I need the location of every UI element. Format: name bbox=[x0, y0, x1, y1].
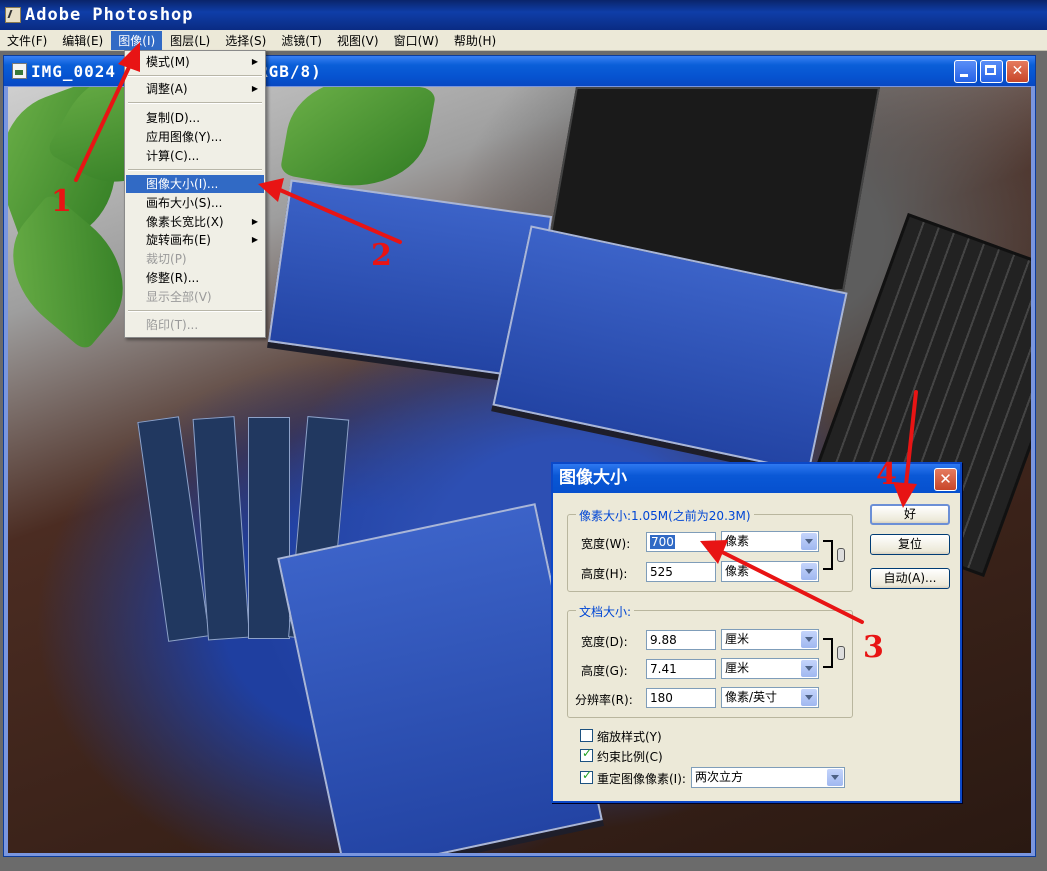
menu-view[interactable]: 视图(V) bbox=[330, 31, 386, 50]
doc-height-unit-select[interactable]: 厘米 bbox=[721, 658, 819, 679]
document-title: IMG_0024 bbox=[31, 61, 117, 81]
resolution-label: 分辨率(R): bbox=[575, 693, 633, 707]
auto-button[interactable]: 自动(A)... bbox=[870, 568, 950, 589]
menu-separator bbox=[128, 310, 262, 312]
menu-item-canvas-size[interactable]: 画布大小(S)... bbox=[126, 194, 264, 212]
image-menu-dropdown: 模式(M) ▶ 调整(A) ▶ 复制(D)... 应用图像(Y)... 计算(C).… bbox=[124, 50, 266, 338]
submenu-arrow-icon: ▶ bbox=[251, 235, 258, 244]
menu-item-crop: 裁切(P) bbox=[146, 252, 187, 266]
annotation-step-3: 3 bbox=[863, 630, 884, 665]
scale-styles-checkbox[interactable] bbox=[580, 729, 593, 742]
submenu-arrow-icon: ▶ bbox=[251, 84, 258, 93]
resample-label: 重定图像像素(I): bbox=[597, 772, 686, 786]
menu-image[interactable]: 图像(I) bbox=[111, 30, 163, 50]
menu-filter[interactable]: 滤镜(T) bbox=[274, 31, 329, 50]
menu-item-mode[interactable]: 模式(M) ▶ bbox=[126, 53, 264, 71]
annotation-step-2: 2 bbox=[371, 238, 392, 273]
annotation-step-1: 1 bbox=[51, 184, 72, 219]
menu-item-image-size[interactable]: 图像大小(I)... bbox=[126, 175, 264, 193]
chevron-down-icon bbox=[801, 563, 817, 580]
reset-button[interactable]: 复位 bbox=[870, 534, 950, 555]
doc-width-label: 宽度(D): bbox=[581, 635, 628, 649]
doc-width-unit-select[interactable]: 厘米 bbox=[721, 629, 819, 650]
document-title-mode: RGB/8) bbox=[258, 61, 322, 81]
submenu-arrow-icon: ▶ bbox=[251, 217, 258, 226]
resample-method-select[interactable]: 两次立方 bbox=[691, 767, 845, 788]
chevron-down-icon bbox=[827, 769, 843, 786]
close-button[interactable]: ✕ bbox=[1006, 60, 1029, 83]
pixel-height-label: 高度(H): bbox=[581, 567, 628, 581]
menu-item-calculations[interactable]: 计算(C)... bbox=[126, 147, 264, 165]
pixel-width-unit-select[interactable]: 像素 bbox=[721, 531, 819, 552]
doc-width-input[interactable]: 9.88 bbox=[646, 630, 716, 650]
resolution-unit-select[interactable]: 像素/英寸 bbox=[721, 687, 819, 708]
annotation-step-4: 4 bbox=[876, 457, 897, 492]
chevron-down-icon bbox=[801, 631, 817, 648]
chain-link-icon bbox=[837, 646, 845, 660]
constrain-proportions-checkbox[interactable] bbox=[580, 746, 593, 762]
menu-separator bbox=[128, 169, 262, 171]
constrain-proportions-label: 约束比例(C) bbox=[597, 750, 663, 764]
chevron-down-icon bbox=[801, 689, 817, 706]
pixel-link-bracket bbox=[823, 540, 833, 570]
menu-layer[interactable]: 图层(L) bbox=[163, 31, 217, 50]
doc-height-input[interactable]: 7.41 bbox=[646, 659, 716, 679]
resolution-input[interactable]: 180 bbox=[646, 688, 716, 708]
menu-item-pixel-aspect-ratio[interactable]: 像素长宽比(X) ▶ bbox=[126, 213, 264, 231]
pixel-width-label: 宽度(W): bbox=[581, 537, 631, 551]
close-icon: ✕ bbox=[1011, 63, 1024, 79]
document-size-label: 文档大小: bbox=[576, 603, 635, 620]
app-title: Adobe Photoshop bbox=[25, 5, 194, 25]
mousepad-card bbox=[248, 417, 290, 639]
ok-button[interactable]: 好 bbox=[870, 504, 950, 525]
maximize-icon bbox=[981, 61, 1002, 82]
scale-styles-label: 缩放样式(Y) bbox=[597, 730, 662, 744]
doc-link-bracket bbox=[823, 638, 833, 668]
chevron-down-icon bbox=[801, 533, 817, 550]
app-titlebar: Adobe Photoshop bbox=[0, 0, 1047, 30]
menu-item-duplicate[interactable]: 复制(D)... bbox=[126, 109, 264, 127]
menu-item-adjustments[interactable]: 调整(A) ▶ bbox=[126, 80, 264, 98]
minimize-icon bbox=[955, 61, 976, 82]
minimize-button[interactable] bbox=[954, 60, 977, 83]
pixel-height-unit-select[interactable]: 像素 bbox=[721, 561, 819, 582]
menu-select[interactable]: 选择(S) bbox=[218, 31, 273, 50]
image-size-dialog: 图像大小 ✕ 像素大小:1.05M(之前为20.3M) 宽度(W): 700 像… bbox=[551, 462, 962, 803]
doc-height-label: 高度(G): bbox=[581, 664, 628, 678]
pixel-dimensions-label: 像素大小:1.05M(之前为20.3M) bbox=[576, 507, 754, 524]
menu-item-trap: 陷印(T)... bbox=[146, 318, 199, 332]
maximize-button[interactable] bbox=[980, 60, 1003, 83]
menu-file[interactable]: 文件(F) bbox=[0, 31, 54, 50]
dialog-close-button[interactable]: ✕ bbox=[934, 468, 957, 491]
submenu-arrow-icon: ▶ bbox=[251, 57, 258, 66]
menu-item-rotate-canvas[interactable]: 旋转画布(E) ▶ bbox=[126, 231, 264, 249]
menu-separator bbox=[128, 102, 262, 104]
pixel-width-input[interactable]: 700 bbox=[646, 532, 716, 552]
resample-checkbox[interactable] bbox=[580, 768, 593, 784]
menu-separator bbox=[128, 75, 262, 77]
chain-link-icon bbox=[837, 548, 845, 562]
chevron-down-icon bbox=[801, 660, 817, 677]
menu-edit[interactable]: 编辑(E) bbox=[55, 31, 110, 50]
photoshop-app-icon bbox=[5, 7, 21, 23]
menu-item-reveal-all: 显示全部(V) bbox=[146, 290, 212, 304]
dialog-titlebar[interactable]: 图像大小 bbox=[553, 464, 960, 493]
menu-item-trim[interactable]: 修整(R)... bbox=[126, 269, 264, 287]
close-icon: ✕ bbox=[939, 470, 952, 488]
menu-item-apply-image[interactable]: 应用图像(Y)... bbox=[126, 128, 264, 146]
document-icon bbox=[12, 63, 27, 79]
menubar: 文件(F) 编辑(E) 图像(I) 图层(L) 选择(S) 滤镜(T) 视图(V… bbox=[0, 30, 1047, 51]
document-window-buttons: ✕ bbox=[954, 60, 1029, 83]
pixel-height-input[interactable]: 525 bbox=[646, 562, 716, 582]
menu-help[interactable]: 帮助(H) bbox=[447, 31, 503, 50]
menu-window[interactable]: 窗口(W) bbox=[387, 31, 446, 50]
